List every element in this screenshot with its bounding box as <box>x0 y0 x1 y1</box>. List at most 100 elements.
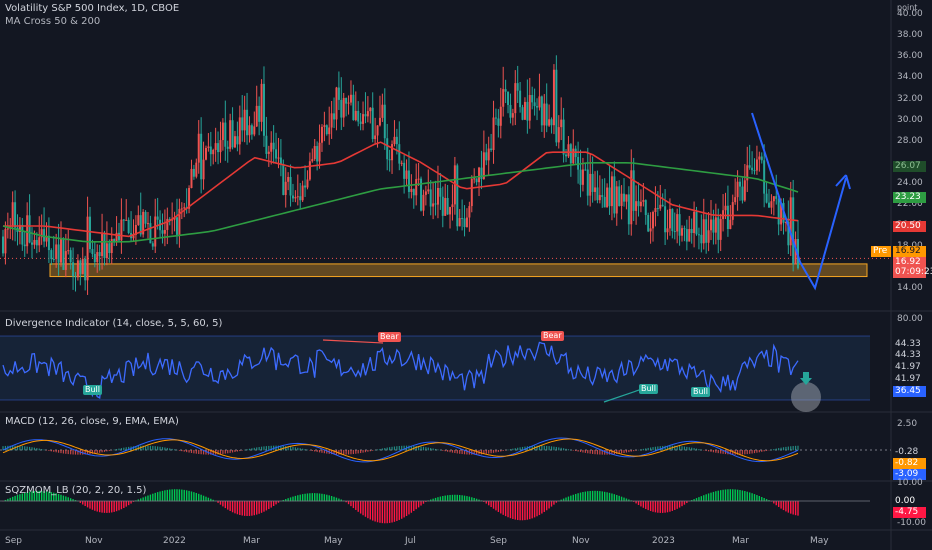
sqz-bar <box>185 490 188 502</box>
candle-body <box>485 152 488 161</box>
sqz-bar <box>314 493 316 502</box>
macd-histogram-bar <box>604 450 606 455</box>
candle-body <box>400 162 403 164</box>
sqz-bar <box>748 492 751 502</box>
sqz-bar <box>410 501 413 513</box>
macd-histogram-bar <box>65 450 67 454</box>
candle-body <box>294 197 297 199</box>
sqz-bar <box>715 491 717 502</box>
sqz-bar <box>637 501 640 505</box>
macd-histogram-bar <box>200 450 202 455</box>
sqz-bar <box>123 501 125 509</box>
macd-histogram-bar <box>398 445 400 451</box>
candle-body <box>308 161 311 180</box>
macd-histogram-bar <box>546 445 548 451</box>
sqz-bar <box>420 501 422 506</box>
macd-axis-top: 2.50 <box>897 419 918 429</box>
macd-histogram-bar <box>594 450 596 455</box>
time-axis-label: 2022 <box>163 536 186 546</box>
ma200-value-tag: 23.23 <box>893 192 926 203</box>
candle-body <box>557 127 560 143</box>
candle-body <box>221 122 224 141</box>
macd-histogram-bar <box>693 448 695 451</box>
macd-histogram-bar <box>565 448 567 451</box>
macd-histogram-bar <box>350 450 352 455</box>
sqz-bar <box>84 501 86 507</box>
candle-body <box>258 105 261 122</box>
sqz-bar <box>758 495 761 502</box>
candle-body <box>405 170 408 179</box>
sqz-bar <box>676 501 678 509</box>
sqz-bar <box>350 501 352 507</box>
candle-body <box>618 186 621 206</box>
candle-body <box>231 120 234 148</box>
sqz-bar <box>512 501 514 519</box>
macd-histogram-bar <box>584 450 586 453</box>
macd-histogram-bar <box>741 450 744 455</box>
macd-histogram-bar <box>633 450 635 452</box>
candle-body <box>224 122 227 147</box>
macd-histogram-bar <box>434 448 437 451</box>
sqz-bar <box>306 493 309 502</box>
chart-canvas[interactable] <box>0 0 932 550</box>
macd-histogram-bar <box>391 446 393 451</box>
macd-histogram-bar <box>355 450 357 454</box>
candle-body <box>195 162 198 177</box>
candle-body <box>710 219 713 231</box>
candle-body <box>666 228 669 233</box>
candle-body <box>635 201 638 211</box>
sqz-bar <box>705 494 707 502</box>
macd-histogram-bar <box>108 450 110 451</box>
sqz-bar <box>166 489 169 502</box>
macd-histogram-bar <box>763 450 765 452</box>
macd-histogram-bar <box>4 445 7 451</box>
sqz-bar <box>509 501 512 519</box>
candle-body <box>429 189 432 207</box>
candle-body <box>719 219 722 240</box>
macd-histogram-bar <box>314 450 316 452</box>
candle-body <box>734 197 737 203</box>
sqz-bar <box>669 501 671 512</box>
candle-body <box>393 136 396 145</box>
macd-histogram-bar <box>263 446 265 451</box>
candle-body <box>731 202 734 220</box>
candle-body <box>509 104 512 118</box>
candle-body <box>700 234 703 244</box>
candle-body <box>758 156 761 160</box>
candle-body <box>755 159 758 171</box>
macd-histogram-bar <box>449 450 451 453</box>
sqz-bar <box>154 492 156 502</box>
macd-histogram-bar <box>36 448 38 451</box>
macd-histogram-bar <box>553 446 555 451</box>
sqz-bar <box>323 494 326 502</box>
candle-body <box>792 197 795 265</box>
candle-body <box>76 260 79 278</box>
candle-body <box>632 170 635 211</box>
macd-histogram-bar <box>115 449 118 451</box>
price-axis-label: 30.00 <box>897 114 923 125</box>
price-axis-label: 36.00 <box>897 51 923 62</box>
candle-body <box>441 196 444 216</box>
candle-body <box>642 200 645 202</box>
macd-histogram-bar <box>509 449 512 451</box>
macd-histogram-bar <box>652 447 654 451</box>
sqz-bar <box>777 501 780 507</box>
time-axis-label: 2023 <box>652 536 675 546</box>
macd-histogram-bar <box>24 446 26 451</box>
candle-body <box>473 178 476 180</box>
candle-body <box>323 125 326 127</box>
macd-histogram-bar <box>219 450 222 455</box>
sqz-bar <box>642 501 645 508</box>
candle-body <box>502 89 505 107</box>
candle-body <box>337 87 340 100</box>
macd-signal-tag: -0.82 <box>893 458 926 469</box>
sqz-bar <box>775 501 777 506</box>
candle-body <box>463 218 466 228</box>
sqz-bar <box>596 490 599 502</box>
macd-histogram-bar <box>512 448 514 451</box>
sqz-bar <box>98 501 101 513</box>
candle-body <box>202 159 205 180</box>
candle-body <box>487 148 490 161</box>
candle-body <box>79 260 82 274</box>
sqz-bar <box>352 501 355 509</box>
